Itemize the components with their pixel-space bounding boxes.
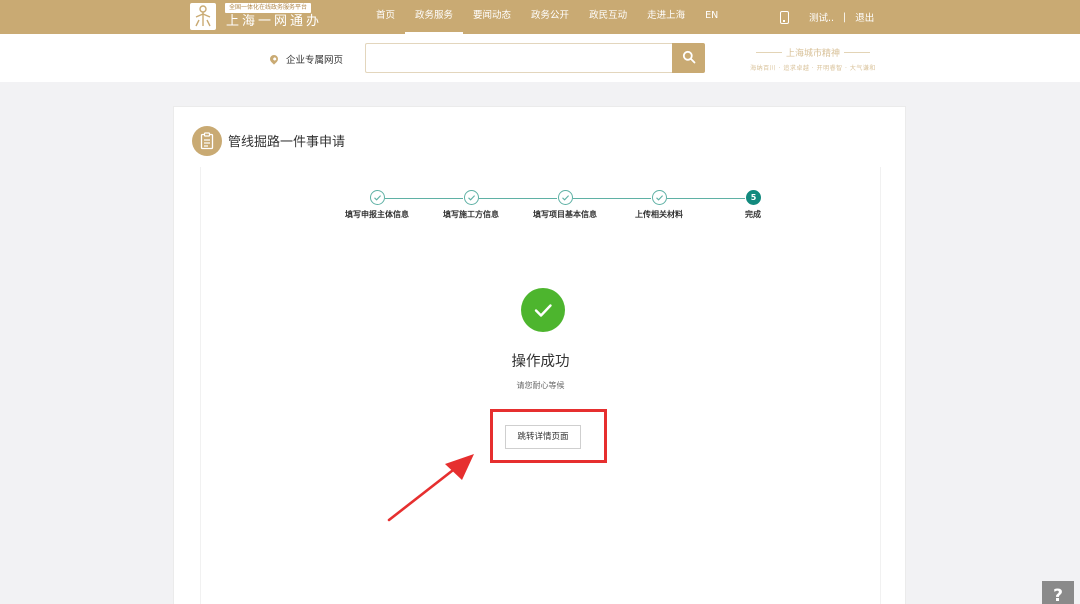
step-3-check-icon [558,190,573,205]
step-connector [385,198,463,199]
success-check-icon [521,288,565,332]
step-label: 填写施工方信息 [443,210,499,219]
step-label: 填写申报主体信息 [345,210,409,219]
application-panel: 管线掘路一件事申请 5 填写申报主体信息 填写施工方信息 填写项目基本信息 上传… [173,106,906,604]
user-name[interactable]: 测试.. [809,10,834,24]
nav-item-about-shanghai[interactable]: 走进上海 [637,0,695,34]
step-connector [573,198,651,199]
step-4-check-icon [652,190,667,205]
search-input[interactable] [365,43,673,73]
search-bar: 企业专属网页 上海城市精神 海纳百川 · 追求卓越 · 开明睿智 · 大气谦和 [0,34,1080,82]
page-title: 管线掘路一件事申请 [228,135,346,150]
logout-link[interactable]: 退出 [855,10,874,24]
nav-item-gov-affairs-public[interactable]: 政务公开 [521,0,579,34]
clipboard-icon [192,126,222,156]
step-2-check-icon [464,190,479,205]
mobile-phone-icon[interactable] [780,10,789,24]
step-5-number: 5 [746,190,761,205]
success-subtitle: 请您耐心等候 [516,381,565,390]
search-button[interactable] [672,43,705,73]
city-spirit-banner: 上海城市精神 海纳百川 · 追求卓越 · 开明睿智 · 大气谦和 [740,46,886,72]
nav-item-interaction[interactable]: 政民互动 [579,0,637,34]
location-pin-icon [268,53,280,65]
enterprise-page-link[interactable]: 企业专属网页 [268,52,344,66]
success-title: 操作成功 [511,354,570,370]
step-connector [667,198,745,199]
step-label: 上传相关材料 [635,210,683,219]
annotation-highlight-box [490,409,607,463]
city-spirit-title: 上海城市精神 [740,46,886,59]
city-spirit-slogan: 海纳百川 · 追求卓越 · 开明睿智 · 大气谦和 [750,65,876,72]
help-button[interactable]: ? [1042,581,1074,604]
nav-item-home[interactable]: 首页 [366,0,405,34]
user-separator: | [843,11,847,23]
step-label: 完成 [745,210,761,219]
top-nav-bar: 全国一体化在线政务服务平台 上海一网通办 首页 政务服务 要闻动态 政务公开 政… [0,0,1080,34]
nav-item-gov-services[interactable]: 政务服务 [405,0,464,34]
search-icon [682,50,695,64]
annotation-arrow-icon [387,454,474,522]
site-title[interactable]: 上海一网通办 [226,13,322,30]
step-label: 填写项目基本信息 [533,210,597,219]
step-connector [479,198,557,199]
platform-tag: 全国一体化在线政务服务平台 [225,3,312,13]
main-nav: 首页 政务服务 要闻动态 政务公开 政民互动 走进上海 EN [366,0,728,34]
nav-item-english[interactable]: EN [695,0,728,34]
site-logo-icon[interactable] [190,3,216,30]
enterprise-page-label: 企业专属网页 [286,55,344,66]
nav-item-news[interactable]: 要闻动态 [463,0,521,34]
user-area: 测试.. | 退出 [780,0,874,34]
step-1-check-icon [370,190,385,205]
